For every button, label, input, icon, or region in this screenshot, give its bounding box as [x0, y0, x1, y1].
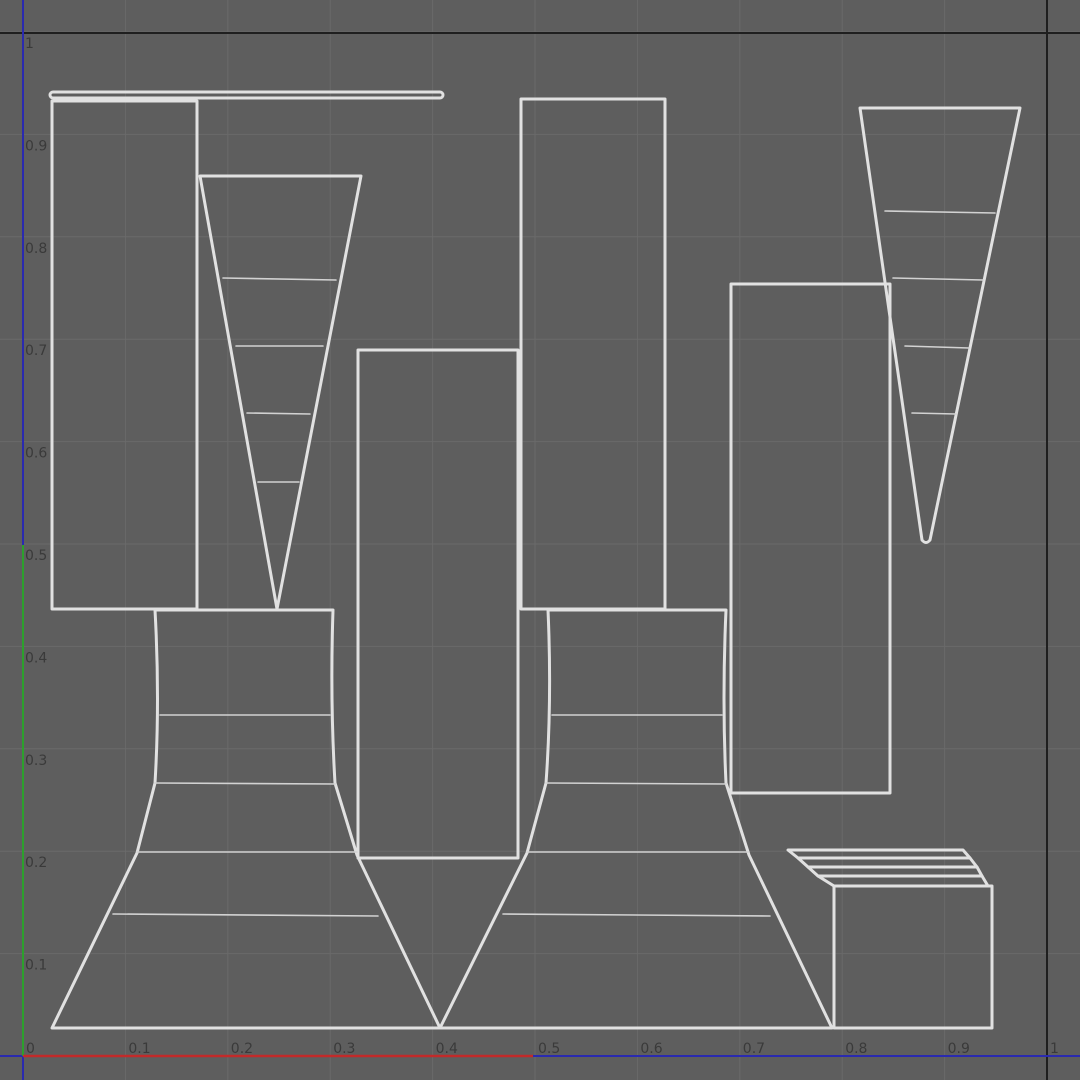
v-tick-label: 0.1 [25, 958, 47, 974]
uv-island-left-rect[interactable] [50, 99, 199, 611]
uv-editor-viewport[interactable]: 0 0.1 0.2 0.3 0.4 0.5 0.6 0.7 0.8 0.9 1 0.1 0.2 0.3 0… [0, 0, 1080, 1080]
v-axis-tick-labels: 0.1 0.2 0.3 0.4 0.5 0.6 0.7 0.8 0.9 1 [25, 36, 47, 974]
uv-island-center-rect[interactable] [356, 348, 520, 860]
uv-island-top-bar[interactable] [48, 90, 445, 100]
u-tick-label: 0.3 [333, 1041, 355, 1057]
v-tick-label: 0.2 [25, 855, 47, 871]
v-tick-label: 0.6 [25, 446, 47, 462]
v-tick-label: 0.4 [25, 650, 47, 666]
u-tick-label: 0.1 [128, 1041, 150, 1057]
u-tick-label: 0.2 [231, 1041, 253, 1057]
u-tick-label: 0.5 [538, 1041, 560, 1057]
uv-island-right-cone[interactable] [858, 106, 1022, 544]
v-tick-label: 1 [25, 36, 34, 52]
v-tick-label: 0.7 [25, 343, 47, 359]
u-tick-label: 0.4 [436, 1041, 458, 1057]
uv-island-center-right-rect[interactable] [519, 97, 667, 611]
uv-grid [0, 0, 1080, 1080]
u-tick-label: 1 [1050, 1041, 1059, 1057]
u-tick-label: 0 [26, 1041, 35, 1057]
uv-axes [0, 0, 1080, 1080]
uv-island-left-vase[interactable] [50, 608, 442, 1030]
u-tick-label: 0.7 [743, 1041, 765, 1057]
v-tick-label: 0.3 [25, 753, 47, 769]
u-tick-label: 0.9 [948, 1041, 970, 1057]
v-tick-label: 0.8 [25, 241, 47, 257]
uv-island-right-vase[interactable] [438, 608, 834, 1030]
u-tick-label: 0.8 [845, 1041, 867, 1057]
u-tick-label: 0.6 [640, 1041, 662, 1057]
uv-island-right-rect[interactable] [729, 282, 892, 795]
u-axis-tick-labels: 0 0.1 0.2 0.3 0.4 0.5 0.6 0.7 0.8 0.9 1 [26, 1041, 1059, 1057]
uv-canvas[interactable]: 0 0.1 0.2 0.3 0.4 0.5 0.6 0.7 0.8 0.9 1 0.10.20.30… [0, 0, 1080, 1080]
v-tick-label: 0.5 [25, 548, 47, 564]
v-tick-label: 0.9 [25, 138, 47, 154]
